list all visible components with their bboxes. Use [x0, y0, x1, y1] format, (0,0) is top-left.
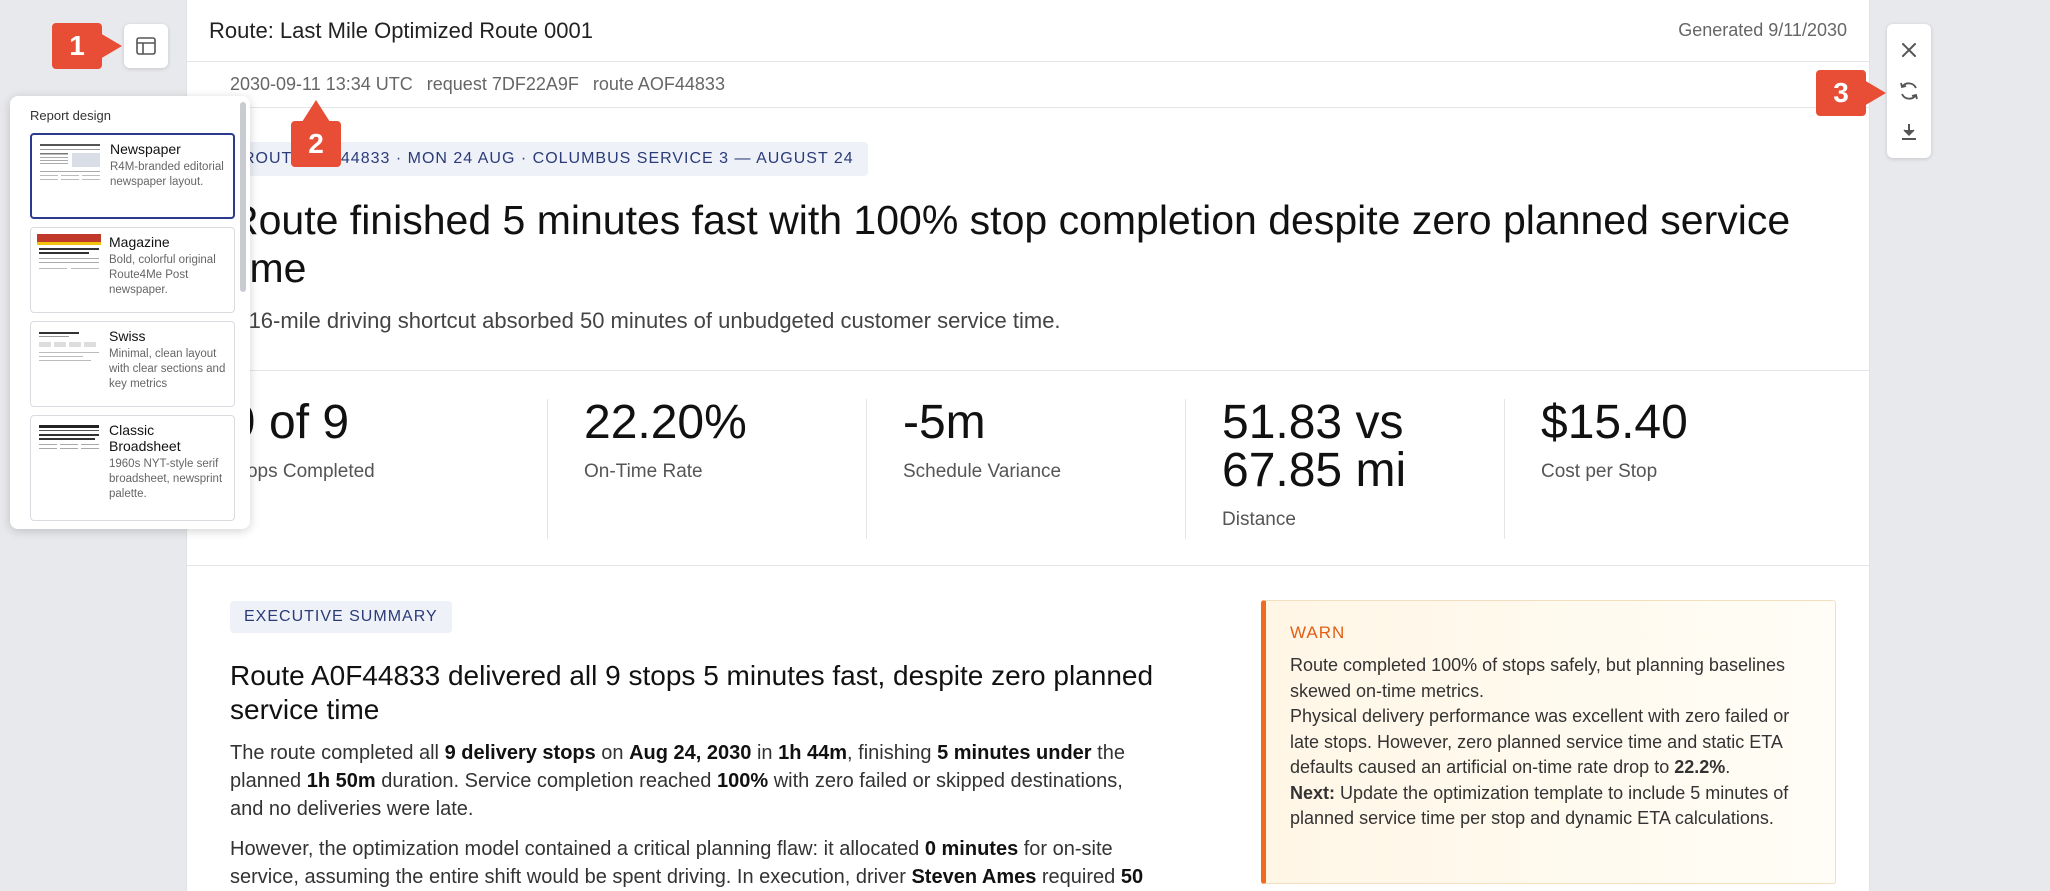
kpi-stops: 9 of 9 Stops Completed: [229, 399, 548, 539]
panel-scrollbar[interactable]: [240, 102, 246, 292]
kpi-label: Stops Completed: [229, 461, 375, 482]
kpi-ontime: 22.20% On-Time Rate: [548, 399, 867, 539]
layout-icon: [136, 37, 156, 55]
generated-date: Generated 9/11/2030: [1678, 20, 1847, 40]
kpi-value: $15.40: [1541, 396, 1688, 449]
design-name: Classic Broadsheet: [109, 422, 181, 454]
kpi-label: Cost per Stop: [1541, 461, 1658, 482]
design-option-magazine[interactable]: Magazine Bold, colorful original Route4M…: [30, 227, 235, 313]
summary-paragraph-2: However, the optimization model containe…: [230, 838, 1144, 888]
warn-line-2: Physical delivery performance was excell…: [1290, 706, 1790, 777]
panel-title: Report design: [30, 108, 111, 123]
warn-line-1: Route completed 100% of stops safely, bu…: [1290, 655, 1785, 701]
subhead: A 16-mile driving shortcut absorbed 50 m…: [229, 308, 1061, 333]
swiss-thumbnail-icon: [37, 328, 101, 390]
meta-request: request 7DF22A9F: [426, 74, 579, 94]
report-toolbar: [1887, 24, 1931, 158]
executive-summary: EXECUTIVE SUMMARY Route A0F44833 deliver…: [230, 601, 1160, 891]
warn-next: Next: Update the optimization template t…: [1290, 782, 1789, 829]
download-icon: [1902, 123, 1916, 140]
newspaper-thumbnail-icon: [38, 141, 102, 203]
design-option-swiss[interactable]: Swiss Minimal, clean layout with clear s…: [30, 321, 235, 407]
kpi-value: 22.20%: [584, 396, 747, 449]
design-desc: 1960s NYT-style serif broadsheet, newspr…: [109, 458, 223, 500]
kpi-strip: 9 of 9 Stops Completed 22.20% On-Time Ra…: [187, 370, 1869, 566]
design-name: Newspaper: [110, 141, 181, 157]
summary-title: Route A0F44833 delivered all 9 stops 5 m…: [230, 660, 1154, 725]
design-name: Magazine: [109, 234, 170, 250]
kpi-label: Distance: [1222, 509, 1296, 530]
design-name: Swiss: [109, 328, 146, 344]
kpi-value: 9 of 9: [229, 396, 350, 449]
regenerate-button[interactable]: [1893, 75, 1925, 107]
meta-route: route AOF44833: [592, 74, 725, 94]
summary-paragraph-1: The route completed all 9 delivery stops…: [230, 742, 1125, 820]
design-desc: R4M-branded editorial newspaper layout.: [110, 161, 224, 188]
report-design-panel: Report design Newspaper R4M-branded edit…: [10, 96, 250, 529]
broadsheet-thumbnail-icon: [37, 422, 101, 484]
close-icon: [1902, 43, 1916, 58]
design-desc: Minimal, clean layout with clear section…: [109, 348, 226, 390]
headline: Route finished 5 minutes fast with 100% …: [229, 197, 1791, 291]
callout-arrow-3: [1864, 80, 1886, 106]
report-design-button[interactable]: [124, 24, 168, 68]
design-option-classic-broadsheet[interactable]: Classic Broadsheet 1960s NYT-style serif…: [30, 415, 235, 521]
report-viewer: Route: Last Mile Optimized Route 0001 Ge…: [186, 0, 1870, 891]
design-option-newspaper[interactable]: Newspaper R4M-branded editorial newspape…: [30, 133, 235, 219]
callout-arrow-1: [100, 33, 122, 59]
kpi-distance: 51.83 vs 67.85 mi Distance: [1186, 399, 1505, 539]
close-button[interactable]: [1893, 34, 1925, 66]
kpi-label: Schedule Variance: [903, 461, 1062, 482]
design-desc: Bold, colorful original Route4Me Post ne…: [109, 254, 216, 296]
kpi-cost: $15.40 Cost per Stop: [1505, 399, 1824, 539]
kpi-variance: -5m Schedule Variance: [867, 399, 1186, 539]
report-meta: 2030-09-11 13:34 UTC request 7DF22A9F ro…: [187, 62, 1869, 108]
report-title: Route: Last Mile Optimized Route 0001: [209, 17, 593, 43]
download-button[interactable]: [1893, 116, 1925, 148]
kpi-label: On-Time Rate: [584, 461, 703, 482]
hero-section: ROUTE A0F44833 · MON 24 AUG · COLUMBUS S…: [187, 108, 1869, 334]
callout-badge-2: 2: [291, 121, 341, 167]
warn-callout: WARN Route completed 100% of stops safel…: [1261, 600, 1836, 884]
warn-label: WARN: [1290, 623, 1346, 642]
callout-badge-3: 3: [1816, 70, 1866, 116]
callout-arrow-2: [302, 100, 330, 122]
magazine-thumbnail-icon: [37, 234, 101, 296]
refresh-icon: [1900, 82, 1918, 100]
meta-timestamp: 2030-09-11 13:34 UTC: [230, 74, 413, 94]
kpi-value: -5m: [903, 396, 986, 449]
report-header: Route: Last Mile Optimized Route 0001 Ge…: [187, 0, 1869, 62]
kpi-value: 51.83 vs 67.85 mi: [1222, 396, 1407, 497]
callout-badge-1: 1: [52, 23, 102, 69]
section-tag: EXECUTIVE SUMMARY: [230, 601, 452, 633]
